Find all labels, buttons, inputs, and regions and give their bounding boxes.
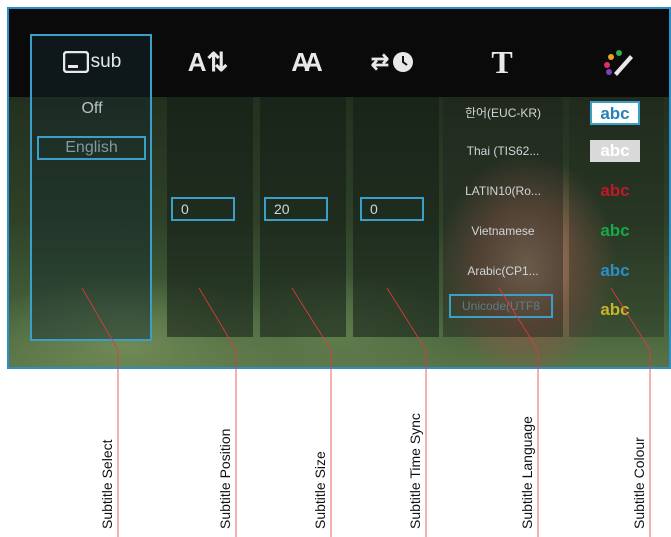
callout-subtitle-time-sync: Subtitle Time Sync [407,413,423,529]
callout-subtitle-size: Subtitle Size [312,451,328,529]
callout-subtitle-language: Subtitle Language [519,416,535,529]
callout-subtitle-position: Subtitle Position [217,428,233,529]
callout-subtitle-select: Subtitle Select [99,439,115,530]
callout-subtitle-colour: Subtitle Colour [631,437,647,529]
